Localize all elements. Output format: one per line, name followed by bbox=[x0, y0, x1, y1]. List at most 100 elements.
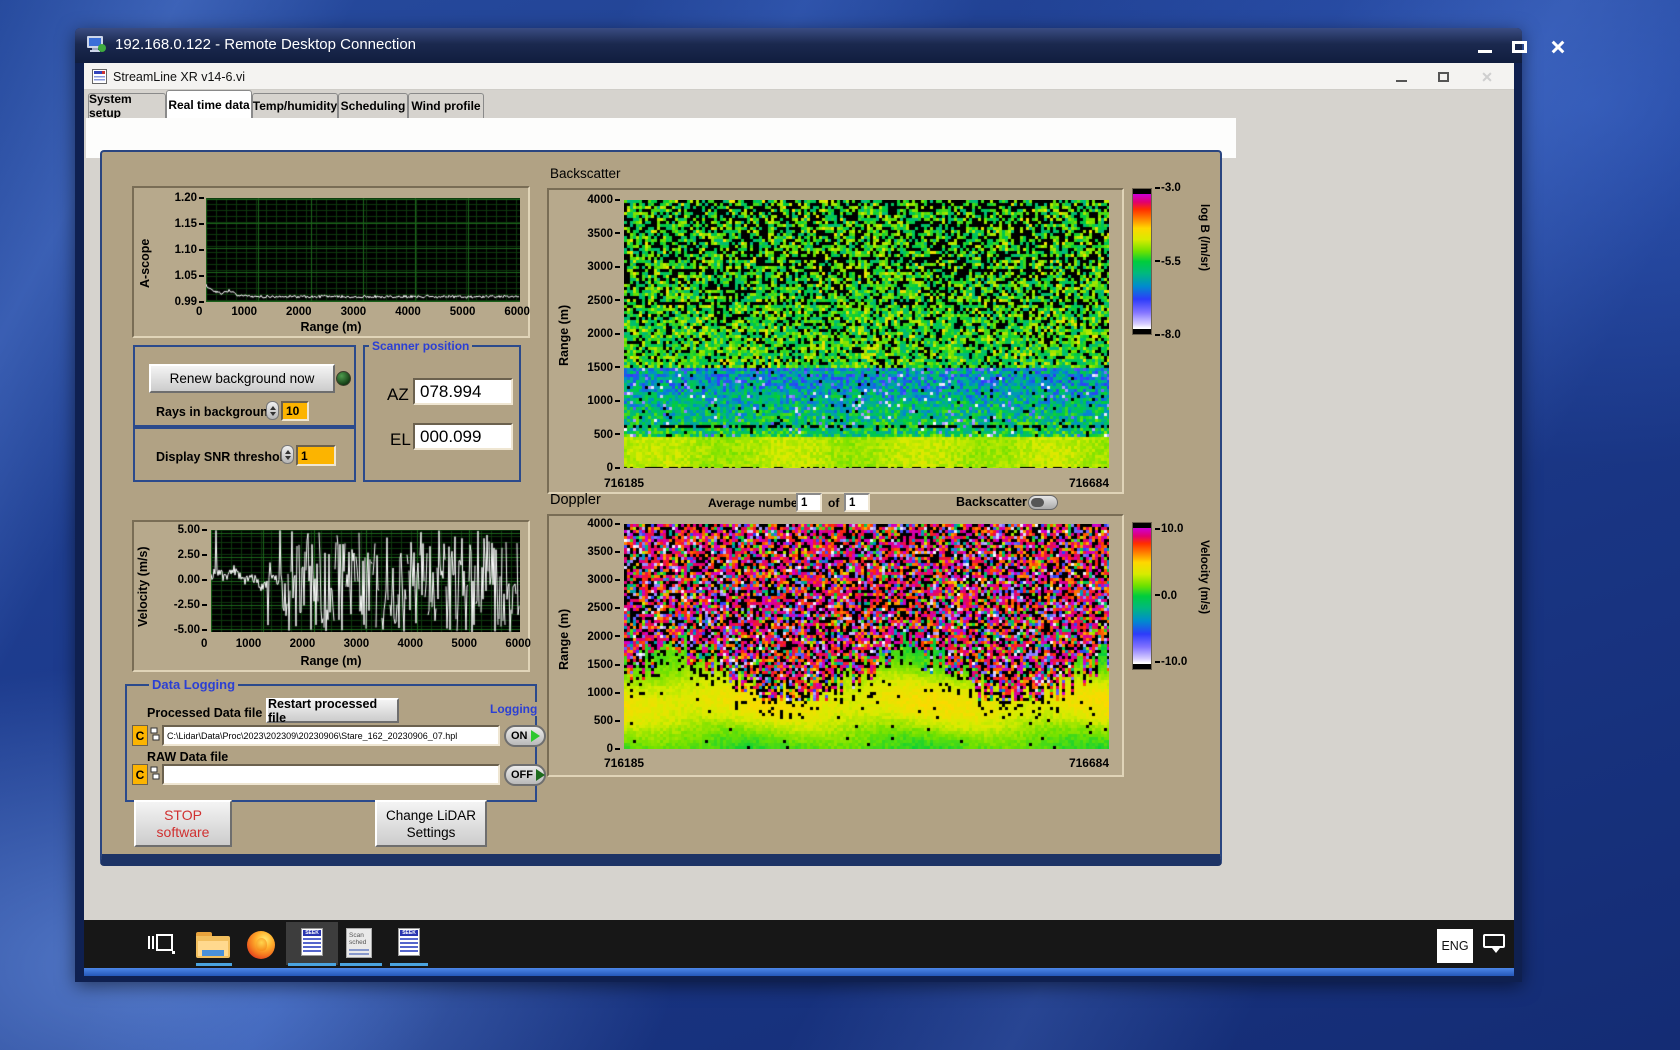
tick-label: 1.10 bbox=[175, 244, 204, 256]
stop-label-line2: software bbox=[156, 823, 210, 840]
doppler-colorbar-ticks: 10.0 0.0 -10.0 bbox=[1155, 523, 1199, 668]
toggle-arrow-icon bbox=[536, 769, 545, 781]
rays-spinner[interactable] bbox=[266, 401, 279, 420]
backscatter-y-ticks: 4000 3500 3000 2500 2000 1500 1000 500 0 bbox=[582, 194, 620, 474]
backscatter-x-end: 716684 bbox=[1068, 476, 1109, 490]
tick-label: 1.20 bbox=[175, 192, 204, 204]
change-lidar-settings-button[interactable]: Change LiDAR Settings bbox=[375, 800, 487, 847]
app-window-title: StreamLine XR v14-6.vi bbox=[113, 70, 246, 84]
el-label: EL bbox=[390, 430, 411, 449]
stop-software-button[interactable]: STOP software bbox=[134, 800, 232, 847]
az-value-field[interactable]: 078.994 bbox=[413, 378, 513, 405]
tick-label: 3000 bbox=[340, 306, 367, 318]
doppler-heatmap-canvas bbox=[624, 524, 1109, 749]
raw-path-field[interactable] bbox=[162, 764, 500, 785]
ascope-y-axis-label: A-scope bbox=[138, 238, 152, 288]
rdp-maximize-button[interactable] bbox=[1507, 38, 1531, 56]
app-restore-button[interactable] bbox=[1432, 69, 1454, 85]
scan-scheduler-icon[interactable]: Scan sched bbox=[346, 928, 372, 958]
tab-label: Real time data bbox=[168, 97, 250, 112]
backscatter-heatmap-canvas bbox=[624, 200, 1109, 468]
tab-temp-humidity[interactable]: Temp/humidity bbox=[252, 93, 338, 118]
tick-label: 3000 bbox=[343, 638, 370, 650]
app-titlebar: StreamLine XR v14-6.vi bbox=[84, 63, 1514, 90]
scan-scheduler-running-indicator bbox=[340, 963, 382, 966]
chat-icon[interactable] bbox=[1483, 934, 1507, 953]
rdp-close-button[interactable] bbox=[1545, 36, 1571, 58]
tab-label: Temp/humidity bbox=[252, 99, 338, 113]
tick-label: 3500 bbox=[587, 228, 620, 240]
velocity-plot-canvas bbox=[211, 530, 520, 632]
toggle-arrow-icon bbox=[530, 730, 540, 742]
ascope-x-axis-label: Range (m) bbox=[300, 320, 362, 334]
doppler-y-axis-label: Range (m) bbox=[557, 608, 571, 670]
background-controls-box: Renew background now Rays in background … bbox=[133, 345, 356, 427]
snr-value-field[interactable]: 1 bbox=[296, 445, 336, 466]
renew-background-button[interactable]: Renew background now bbox=[149, 364, 335, 393]
tab-label: Wind profile bbox=[411, 99, 481, 113]
tick-label: 1500 bbox=[587, 362, 620, 374]
backscatter-graph-frame: Range (m) 4000 3500 3000 2500 2000 1500 1000 50… bbox=[547, 188, 1124, 494]
rdp-minimize-button[interactable] bbox=[1473, 38, 1497, 56]
tick-label: 2000 bbox=[587, 328, 620, 340]
ascope-y-ticks: 1.20 1.15 1.10 1.05 0.99 bbox=[160, 192, 204, 308]
doppler-graph-frame: Range (m) 4000 3500 3000 2500 2000 1500 1000 50… bbox=[547, 514, 1124, 777]
doppler-y-ticks: 4000 3500 3000 2500 2000 1500 1000 500 0 bbox=[582, 518, 620, 755]
labview-vi-running-indicator bbox=[288, 963, 336, 966]
az-label: AZ bbox=[387, 385, 409, 404]
processed-drive-button[interactable]: C bbox=[132, 725, 148, 746]
snr-spinner[interactable] bbox=[281, 445, 294, 464]
app-minimize-button[interactable] bbox=[1390, 69, 1412, 85]
file-explorer-icon[interactable] bbox=[196, 932, 230, 958]
rdp-titlebar: 192.168.0.122 - Remote Desktop Connectio… bbox=[75, 28, 1527, 63]
taskbar-bottom-strip bbox=[84, 968, 1514, 976]
tick-label: 5000 bbox=[449, 306, 476, 318]
processed-path-text: C:\Lidar\Data\Proc\2023\202309\20230906\… bbox=[167, 730, 458, 741]
backscatter-display-toggle[interactable] bbox=[1028, 495, 1058, 510]
tick-label: 2.50 bbox=[178, 549, 207, 561]
change-lidar-label-line2: Settings bbox=[406, 824, 456, 840]
raw-browse-icon[interactable] bbox=[150, 766, 160, 782]
taskbar: SEEK Scan sched SEEK ENG bbox=[84, 920, 1514, 968]
tab-real-time-data[interactable]: Real time data bbox=[166, 90, 252, 118]
average-number-field-1[interactable]: 1 bbox=[796, 493, 822, 512]
tick-label: -5.00 bbox=[174, 624, 207, 636]
tab-bar: System setup Real time data Temp/humidit… bbox=[84, 90, 1514, 120]
tick-label: 4000 bbox=[587, 194, 620, 206]
tick-label: 3000 bbox=[587, 574, 620, 586]
tick-label: -2.50 bbox=[174, 599, 207, 611]
task-view-icon[interactable] bbox=[148, 933, 175, 955]
firefox-icon[interactable] bbox=[247, 931, 275, 959]
tick-label: 2500 bbox=[587, 602, 620, 614]
of-label: of bbox=[828, 496, 840, 510]
raw-drive-button[interactable]: C bbox=[132, 764, 148, 785]
el-value-field[interactable]: 000.099 bbox=[413, 423, 513, 450]
file-explorer-running-indicator bbox=[196, 963, 232, 966]
tab-wind-profile[interactable]: Wind profile bbox=[408, 93, 484, 118]
raw-logging-toggle[interactable]: OFF bbox=[504, 764, 546, 786]
renew-background-label: Renew background now bbox=[169, 371, 315, 386]
tick-label: 4000 bbox=[397, 638, 424, 650]
rays-value-field[interactable]: 10 bbox=[281, 401, 309, 421]
processed-browse-icon[interactable] bbox=[150, 727, 160, 743]
tab-system-setup[interactable]: System setup bbox=[88, 92, 166, 120]
processed-logging-toggle[interactable]: ON bbox=[504, 725, 546, 747]
backscatter-colorbar bbox=[1132, 188, 1152, 335]
average-number-field-2[interactable]: 1 bbox=[844, 493, 870, 512]
app-close-button[interactable] bbox=[1476, 69, 1498, 85]
velocity-y-axis-label: Velocity (m/s) bbox=[136, 546, 150, 628]
tick-label: 3000 bbox=[587, 261, 620, 273]
restart-processed-file-button[interactable]: Restart processed file bbox=[266, 697, 399, 725]
average-number-label: Average number bbox=[708, 496, 803, 510]
tab-scheduling[interactable]: Scheduling bbox=[338, 93, 408, 118]
processed-path-field[interactable]: C:\Lidar\Data\Proc\2023\202309\20230906\… bbox=[162, 725, 500, 746]
labview-vi-2-icon[interactable]: SEEK bbox=[398, 928, 420, 956]
tick-label: -5.5 bbox=[1155, 256, 1195, 268]
language-indicator[interactable]: ENG bbox=[1437, 929, 1473, 963]
doppler-title: Doppler bbox=[550, 492, 601, 508]
labview-vi-taskbar-item[interactable]: SEEK bbox=[286, 922, 338, 965]
change-lidar-label-line1: Change LiDAR bbox=[385, 807, 477, 823]
processed-data-file-label: Processed Data file bbox=[147, 706, 263, 720]
tick-label: -10.0 bbox=[1155, 656, 1199, 668]
backscatter-colorbar-label: log B (/m/sr) bbox=[1198, 204, 1210, 272]
